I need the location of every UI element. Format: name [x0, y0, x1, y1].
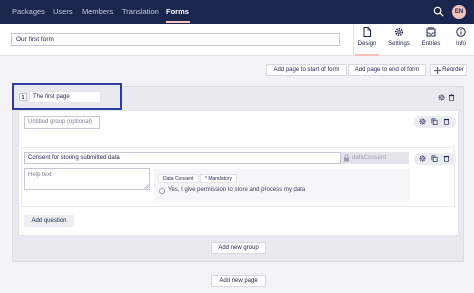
page-title-input[interactable]: The first page [29, 91, 101, 103]
group-copy-icon[interactable] [431, 118, 438, 125]
tab-entries[interactable]: Entries [419, 27, 443, 47]
document-icon [363, 27, 371, 37]
question-alias-field: dataConsent [341, 152, 409, 164]
tab-settings[interactable]: Settings [387, 27, 411, 47]
question-title-input[interactable]: Consent for storing submitted data [24, 152, 341, 164]
help-text-input[interactable]: Help text [24, 168, 150, 190]
group-name-input[interactable]: Untitled group (optional) [24, 116, 100, 129]
move-icon [434, 67, 441, 74]
top-navigation: Packages Users Members Translation Forms… [0, 0, 474, 24]
tab-info-label: Info [455, 41, 466, 47]
add-new-page-button[interactable]: Add new page [211, 275, 266, 287]
question-trash-icon[interactable] [443, 155, 450, 162]
nav-translation[interactable]: Translation [122, 7, 159, 16]
resize-handle-icon[interactable] [144, 184, 149, 189]
group-gear-icon[interactable] [419, 118, 426, 125]
form-name-input[interactable]: Our first form [11, 33, 340, 46]
consent-checkbox[interactable] [159, 188, 165, 194]
add-question-button[interactable]: Add question [24, 215, 74, 227]
page-settings-gear-icon[interactable] [438, 94, 445, 101]
nav-members[interactable]: Members [82, 7, 113, 16]
question-gear-icon[interactable] [419, 155, 426, 162]
reorder-label: Reorder [442, 67, 464, 73]
tab-entries-label: Entries [421, 41, 441, 47]
form-header: Our first form Design Settings Entries I… [0, 24, 474, 56]
nav-forms[interactable]: Forms [166, 7, 189, 16]
add-page-end-button[interactable]: Add page to end of form [348, 64, 426, 76]
gear-icon [394, 27, 404, 37]
inbox-icon [426, 27, 436, 37]
question-copy-icon[interactable] [431, 155, 438, 162]
tab-settings-label: Settings [388, 41, 410, 47]
page-trash-icon[interactable] [448, 94, 455, 101]
tab-design-label: Design [357, 41, 377, 47]
page-number: 1 [19, 93, 27, 101]
active-nav-indicator [166, 21, 190, 23]
tab-design[interactable]: Design [355, 27, 379, 56]
question-type-tag: Data Consent [158, 174, 199, 183]
tab-divider [353, 24, 354, 55]
add-new-group-button[interactable]: Add new group [211, 242, 266, 254]
nav-packages[interactable]: Packages [12, 7, 45, 16]
group-trash-icon[interactable] [443, 118, 450, 125]
add-page-start-button[interactable]: Add page to start of form [266, 64, 347, 76]
nav-users[interactable]: Users [53, 7, 73, 16]
info-icon [456, 27, 466, 37]
search-icon[interactable] [433, 6, 444, 17]
tab-info[interactable]: Info [449, 27, 473, 47]
reorder-button[interactable]: Reorder [430, 64, 467, 76]
consent-label: Yes, I give permission to store and proc… [168, 187, 306, 193]
mandatory-tag: * Mandatory [200, 174, 237, 183]
user-avatar[interactable]: EN [452, 5, 466, 19]
lock-icon[interactable] [343, 154, 350, 162]
